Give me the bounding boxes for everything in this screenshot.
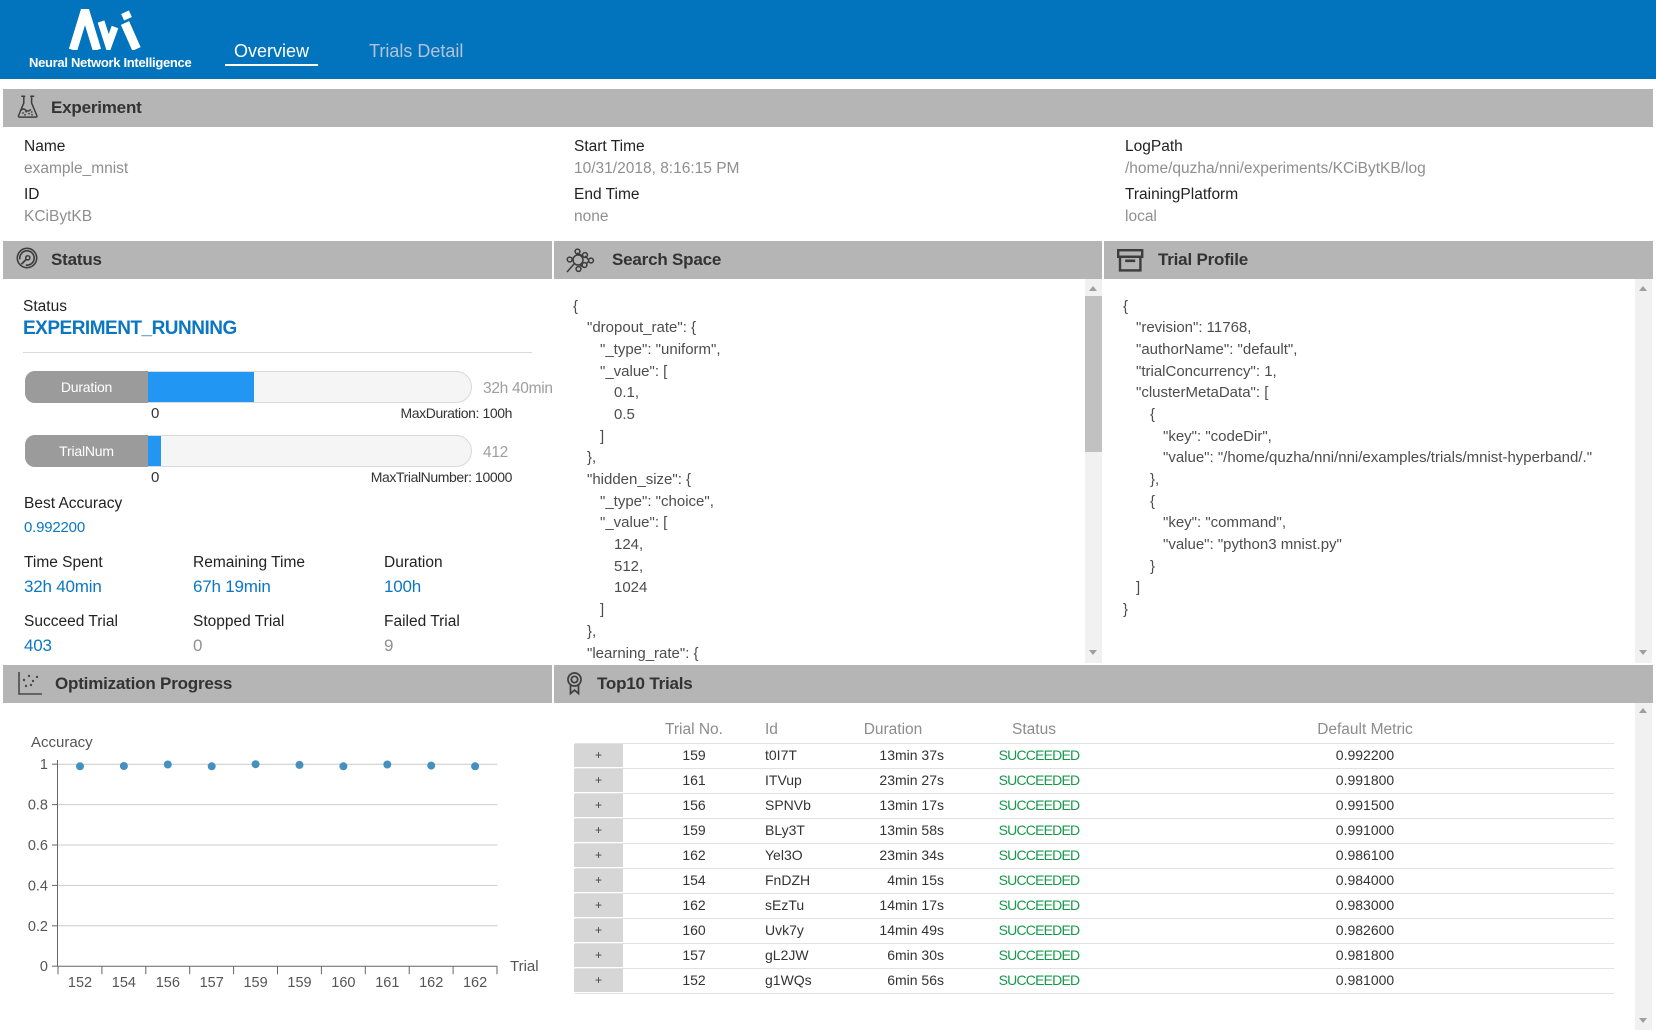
- svg-text:Accuracy: Accuracy: [31, 734, 93, 751]
- svg-text:152: 152: [68, 975, 92, 991]
- svg-text:161: 161: [375, 975, 399, 991]
- svg-text:0.8: 0.8: [28, 798, 48, 814]
- svg-text:162: 162: [419, 975, 443, 991]
- svg-text:156: 156: [156, 975, 180, 991]
- svg-text:154: 154: [112, 975, 136, 991]
- svg-text:159: 159: [243, 975, 267, 991]
- svg-text:0: 0: [40, 959, 48, 975]
- svg-text:0.2: 0.2: [28, 919, 48, 935]
- svg-text:0.6: 0.6: [28, 838, 48, 854]
- svg-text:159: 159: [287, 975, 311, 991]
- svg-text:157: 157: [200, 975, 224, 991]
- svg-text:1: 1: [40, 757, 48, 773]
- svg-text:160: 160: [331, 975, 355, 991]
- svg-text:162: 162: [463, 975, 487, 991]
- svg-text:Trial: Trial: [510, 958, 539, 975]
- svg-text:0.4: 0.4: [28, 878, 48, 894]
